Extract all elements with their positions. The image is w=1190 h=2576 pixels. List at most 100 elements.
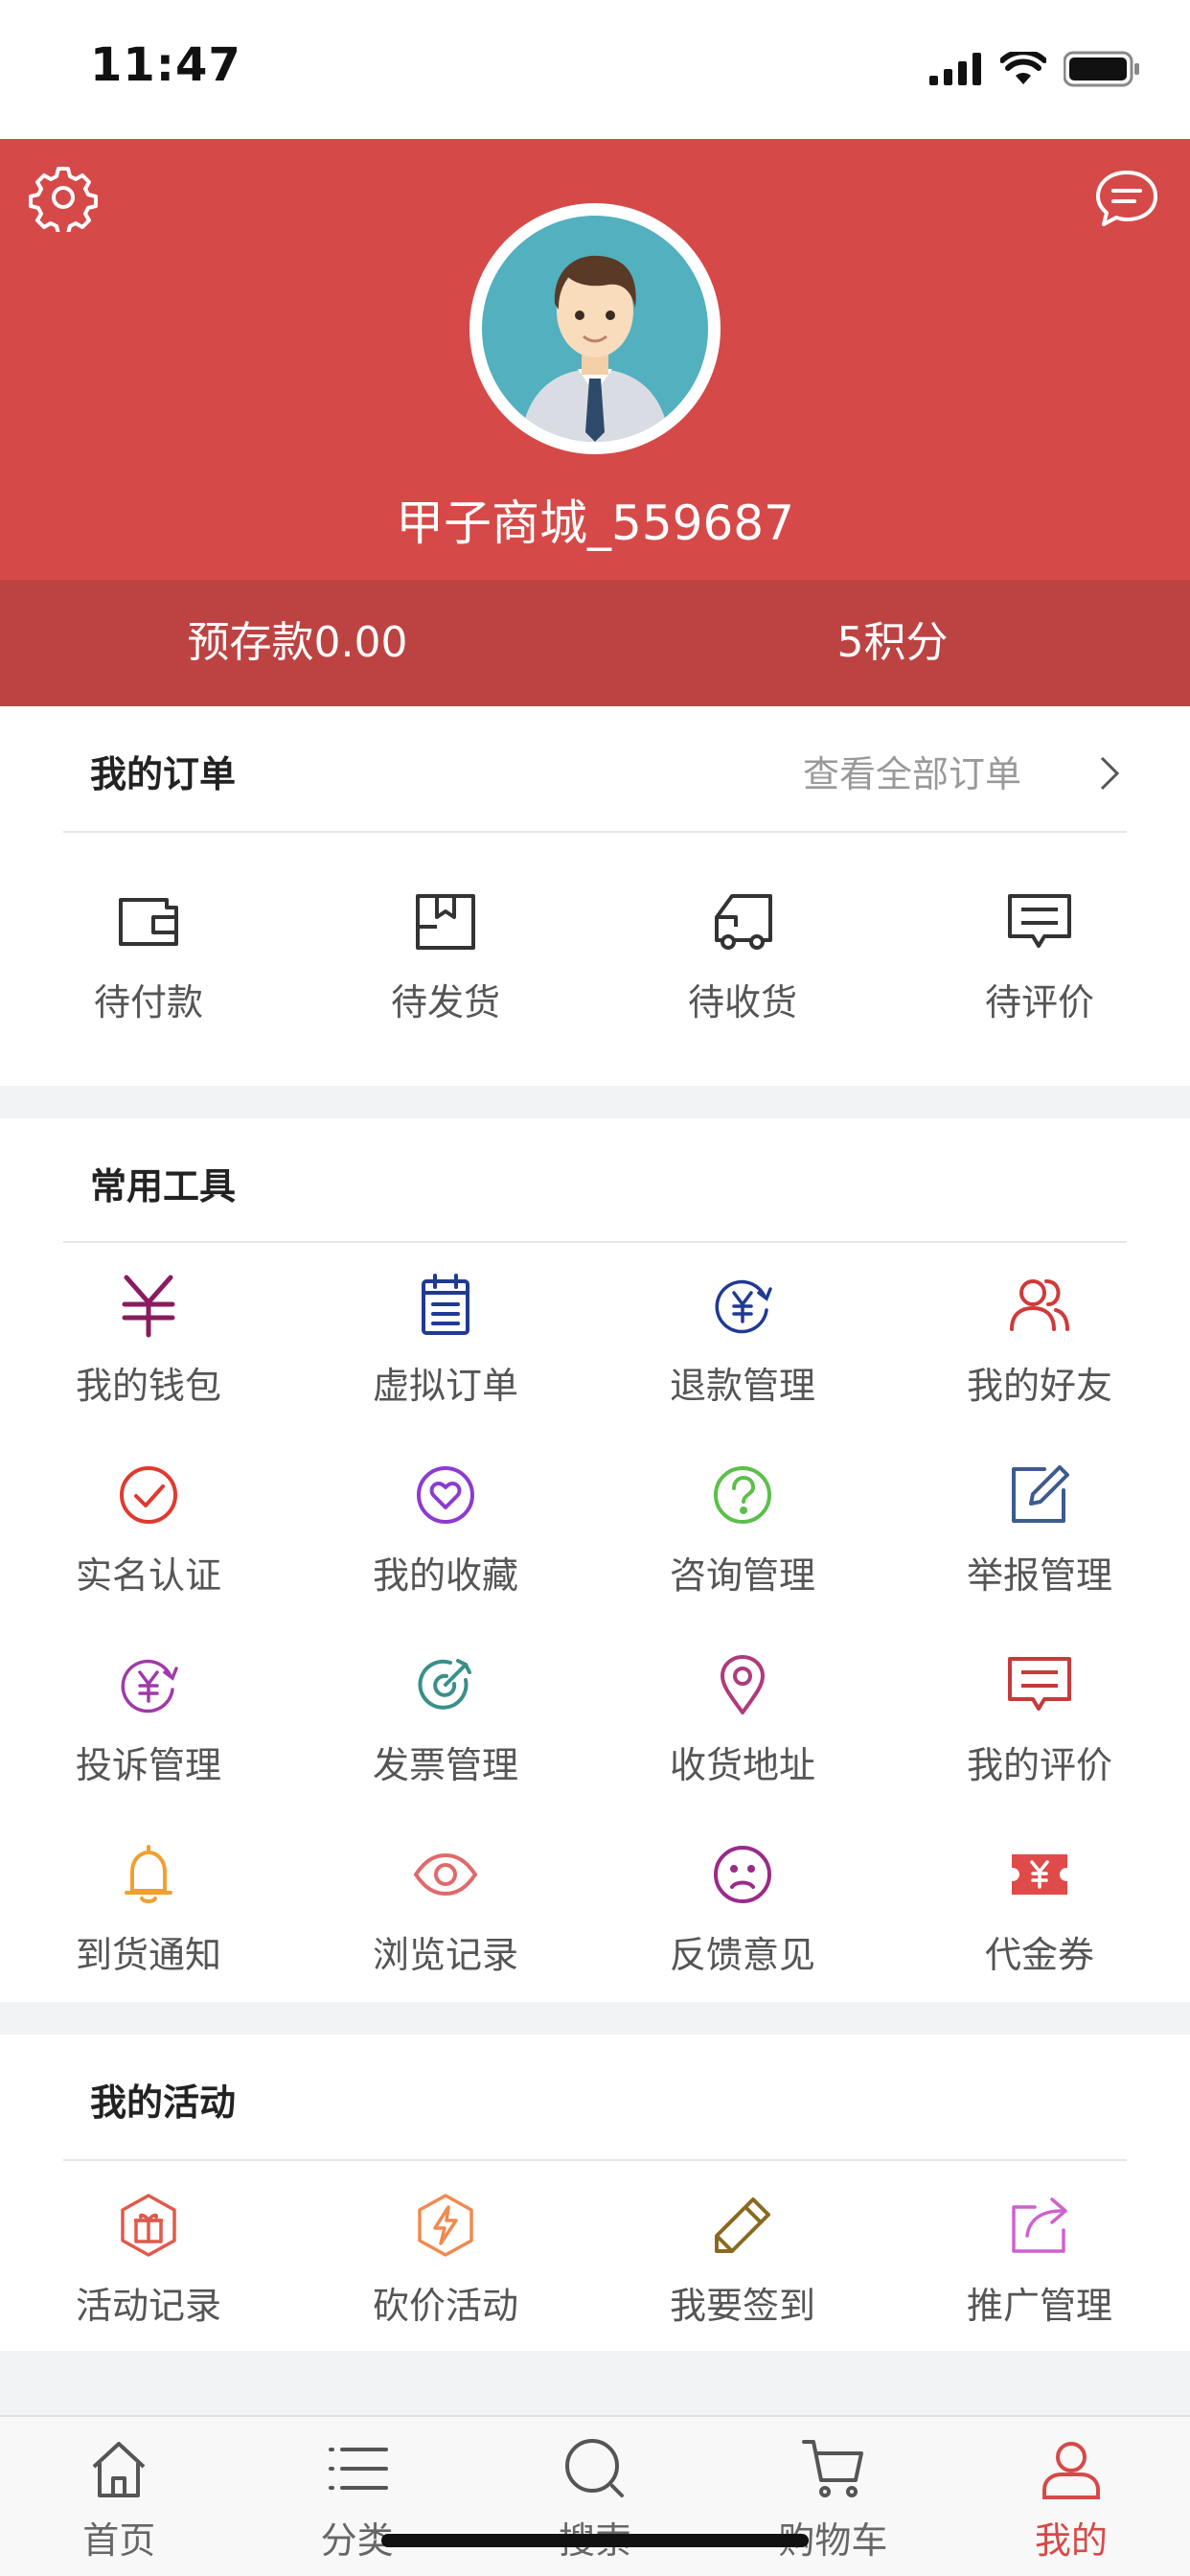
activities-title: 我的活动 [90,2082,237,2124]
wallet-icon [119,898,178,946]
truck-icon [715,894,772,950]
tool-complaints[interactable]: 投诉管理 [0,1651,297,1788]
order-status-pending-receipt[interactable]: 待收货 [594,888,891,1025]
clipboard-icon [422,1274,469,1335]
home-indicator [381,2534,809,2547]
complaint-icon [121,1659,178,1714]
edit-icon [1012,1465,1069,1523]
tool-virtual-orders[interactable]: 虚拟订单 [297,1272,594,1409]
battery-icon [1064,51,1139,87]
tool-consultation[interactable]: 咨询管理 [594,1461,891,1598]
tool-refunds[interactable]: 退款管理 [594,1272,891,1409]
pencil-icon [715,2197,770,2253]
tab-search[interactable]: 搜索 [476,2417,714,2576]
question-icon [714,1466,771,1524]
status-time: 11:47 [90,38,241,92]
tool-wallet[interactable]: 我的钱包 [0,1272,297,1409]
tool-label: 退款管理 [669,1365,815,1407]
bolt-icon [418,2194,473,2257]
tab-home[interactable]: 首页 [0,2417,238,2576]
username: 甲子商城_559687 [396,495,794,551]
view-all-orders-link[interactable]: 查看全部订单 [803,745,1021,797]
activity-records[interactable]: 活动记录 [0,2192,297,2329]
tab-categories[interactable]: 分类 [238,2417,475,2576]
tool-label: 发票管理 [372,1744,518,1786]
order-status-label: 待付款 [93,981,203,1024]
friends-icon [1010,1279,1069,1331]
activities-card: 我的活动 活动记录 砍价活动 我要签到 推广管理 [0,2035,1190,2351]
tool-arrival-notice[interactable]: 到货通知 [0,1841,297,1978]
status-icons [929,50,1140,88]
tool-label: 代金券 [984,1934,1094,1976]
tab-profile[interactable]: 我的 [952,2417,1190,2576]
tool-label: 实名认证 [75,1554,221,1597]
user-avatar-icon [520,255,670,442]
points-balance[interactable]: 5积分 [595,580,1190,706]
refund-icon [715,1279,772,1334]
share-icon [1012,2197,1067,2253]
deposit-balance[interactable]: 预存款0.00 [0,580,595,706]
list-icon [328,2448,388,2490]
sad-face-icon [714,1846,771,1903]
tool-favorites[interactable]: 我的收藏 [297,1461,594,1598]
tool-label: 我的收藏 [372,1554,518,1597]
tool-invoices[interactable]: 发票管理 [297,1651,594,1788]
order-status-label: 待评价 [984,981,1094,1024]
status-bar: 11:47 [0,0,1190,139]
chevron-right-icon[interactable] [1094,754,1123,793]
order-status-pending-review[interactable]: 待评价 [891,888,1188,1025]
activity-label: 推广管理 [966,2285,1112,2327]
tool-label: 反馈意见 [669,1934,815,1976]
cart-icon [802,2440,864,2497]
tool-label: 浏览记录 [372,1934,518,1976]
tool-label: 我的钱包 [75,1365,221,1407]
tool-my-reviews[interactable]: 我的评价 [891,1651,1188,1788]
yen-icon [122,1275,175,1338]
user-icon [1041,2442,1100,2499]
balance-bar: 预存款0.00 5积分 [0,580,1190,706]
wifi-icon [1000,52,1046,84]
tool-coupons[interactable]: 代金券 [891,1841,1188,1978]
tool-feedback[interactable]: 反馈意见 [594,1841,891,1978]
signal-icon [929,53,981,85]
tool-reports[interactable]: 举报管理 [891,1461,1188,1598]
tool-friends[interactable]: 我的好友 [891,1272,1188,1409]
tab-bar: 首页 分类 搜索 [0,2415,1190,2576]
order-status-pending-payment[interactable]: 待付款 [0,888,297,1025]
review-icon [1008,1657,1071,1711]
tool-label: 咨询管理 [669,1554,815,1597]
order-status-label: 待收货 [687,981,797,1024]
activity-check-in[interactable]: 我要签到 [594,2192,891,2329]
tab-label: 首页 [82,2519,156,2562]
gift-icon [121,2194,176,2257]
gear-icon[interactable] [29,163,98,232]
tools-divider [63,1241,1127,1243]
orders-title: 我的订单 [90,753,237,795]
activity-promotion[interactable]: 推广管理 [891,2192,1188,2329]
check-circle-icon [120,1466,177,1524]
avatar[interactable] [469,203,721,454]
comment-icon [1008,894,1071,948]
order-status-label: 待发货 [390,981,500,1024]
activities-divider [63,2159,1127,2161]
tool-browse-history[interactable]: 浏览记录 [297,1841,594,1978]
activity-bargain[interactable]: 砍价活动 [297,2192,594,2329]
tool-label: 我的好友 [966,1365,1112,1407]
activity-label: 砍价活动 [372,2285,518,2327]
target-icon [418,1659,471,1710]
location-icon [721,1655,765,1714]
orders-divider [63,831,1127,833]
order-status-pending-shipment[interactable]: 待发货 [297,888,594,1025]
tool-label: 收货地址 [669,1744,815,1786]
tab-cart[interactable]: 购物车 [714,2417,951,2576]
coupon-icon [1012,1854,1067,1895]
tool-real-name[interactable]: 实名认证 [0,1461,297,1598]
tab-label: 我的 [1034,2519,1108,2562]
message-icon[interactable] [1092,165,1161,234]
home-icon [92,2442,146,2497]
tool-label: 虚拟订单 [372,1365,518,1407]
tool-label: 投诉管理 [75,1744,221,1786]
tool-addresses[interactable]: 收货地址 [594,1651,891,1788]
heart-icon [417,1466,474,1524]
tool-label: 我的评价 [966,1744,1112,1786]
